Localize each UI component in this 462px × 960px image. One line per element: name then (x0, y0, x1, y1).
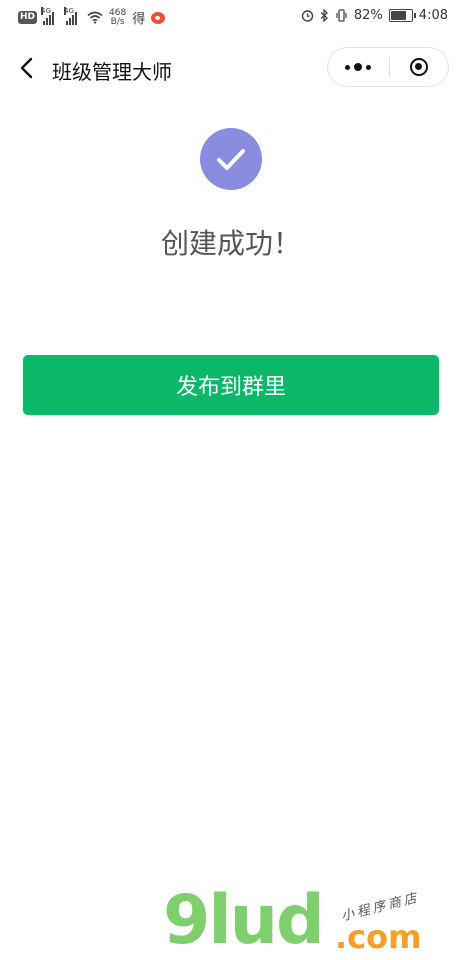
chevron-left-icon (20, 57, 33, 79)
weibo-icon (151, 11, 166, 24)
back-button[interactable] (14, 54, 42, 82)
mini-program-capsule (327, 47, 449, 87)
status-bar-right: 82% 4:08 (301, 8, 448, 23)
status-bar-left: HD 4G 4G 468 B/s 得 (18, 6, 166, 27)
app-notification-icon: 得 (132, 12, 146, 27)
network-speed-unit: B/s (110, 16, 125, 27)
network-speed: 468 B/s (109, 8, 126, 27)
wifi-icon (87, 11, 103, 24)
success-message: 创建成功！ (160, 227, 301, 260)
watermark-dotcom: .com (335, 918, 422, 956)
success-checkmark-icon (200, 128, 262, 190)
battery-level-fill (390, 11, 406, 20)
bluetooth-icon (320, 9, 328, 22)
watermark-logo: 9lud (163, 881, 325, 960)
more-button[interactable] (328, 48, 388, 86)
signal-icon-1: 4G (41, 6, 55, 25)
page-title: 班级管理大师 (52, 60, 172, 84)
status-bar: HD 4G 4G 468 B/s 得 82% 4:08 (0, 0, 462, 36)
nav-bar: 班级管理大师 (0, 42, 462, 96)
signal-icon-2: 4G (64, 6, 78, 25)
alarm-icon (301, 10, 314, 22)
close-mini-program-button[interactable] (390, 48, 448, 86)
vibrate-icon (336, 9, 347, 22)
target-icon (410, 58, 428, 76)
publish-to-group-button[interactable]: 发布到群里 (23, 355, 439, 415)
battery-percent: 82% (353, 8, 383, 23)
clock: 4:08 (418, 8, 448, 23)
more-icon (345, 64, 350, 70)
battery-icon (388, 9, 416, 22)
hd-icon: HD (18, 11, 38, 24)
